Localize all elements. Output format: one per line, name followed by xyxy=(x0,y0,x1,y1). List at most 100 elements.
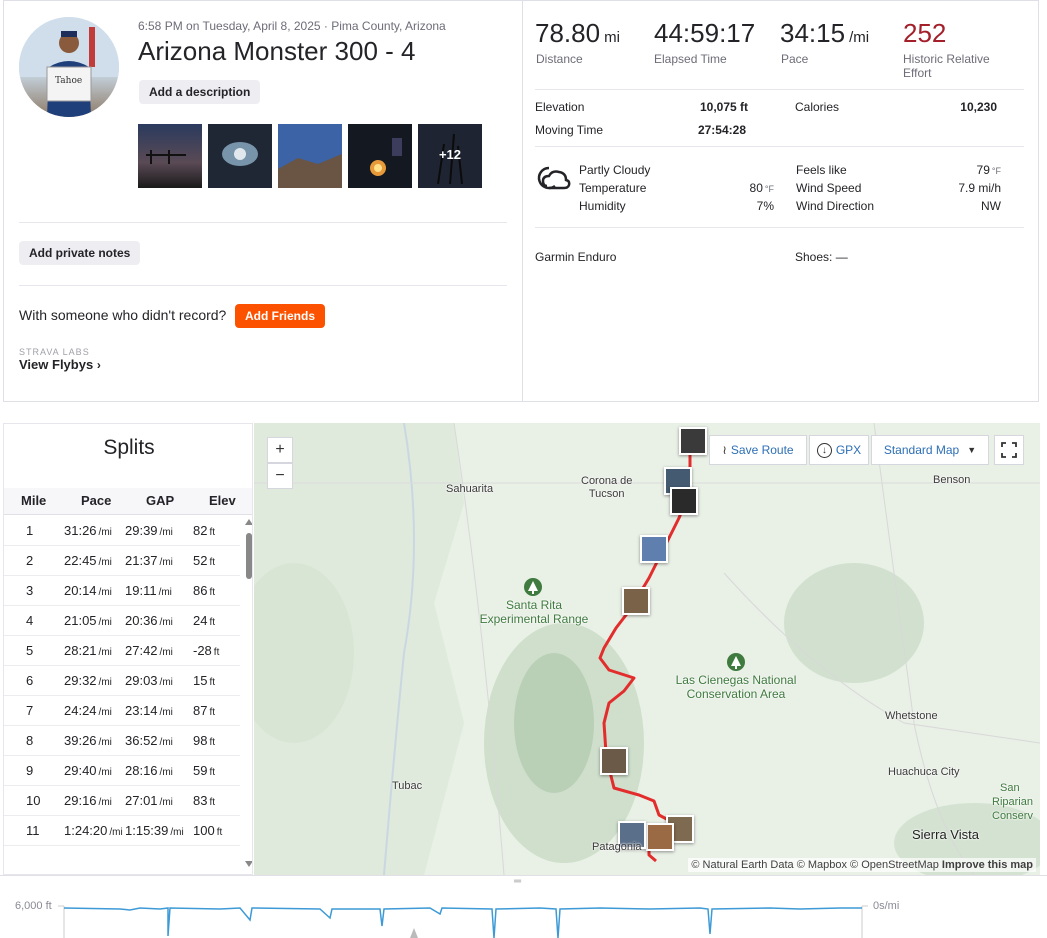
split-pace: 31:26/mi xyxy=(64,523,112,538)
split-mile: 1 xyxy=(26,523,34,538)
split-elev: 82 ft xyxy=(193,523,216,538)
view-flybys-link[interactable]: View Flybys › xyxy=(19,357,101,372)
moving-time-value: 27:54:28 xyxy=(697,123,746,137)
table-row: 9 29:40/mi 28:16/mi 59 ft xyxy=(4,755,240,786)
map-label-patagonia: Patagonia xyxy=(592,841,642,853)
split-pace: 1:24:20/mi xyxy=(64,823,123,838)
col-gap-header: GAP xyxy=(146,493,175,508)
distance-value: 78.80 mi xyxy=(535,18,620,48)
split-mile: 10 xyxy=(26,793,41,808)
split-mile: 8 xyxy=(26,733,34,748)
split-elev: 83 ft xyxy=(193,793,216,808)
avatar-sign-text: Tahoe xyxy=(55,76,82,86)
divider xyxy=(535,146,1024,147)
wind-speed-label: Wind Speed xyxy=(796,181,862,195)
elevation-profile xyxy=(58,905,868,938)
split-pace: 29:16/mi xyxy=(64,793,112,808)
more-photos-count: +12 xyxy=(438,147,462,162)
split-mile: 5 xyxy=(26,643,34,658)
split-gap: 27:42/mi xyxy=(125,643,173,658)
splits-scrollbar[interactable] xyxy=(245,519,252,869)
zoom-in-button[interactable]: + xyxy=(267,437,293,463)
download-icon: ↓ xyxy=(816,442,832,458)
more-photos-tile[interactable]: +12 xyxy=(418,124,482,188)
map-photo-marker[interactable] xyxy=(679,427,707,455)
map-style-label: Standard Map xyxy=(883,443,960,457)
map-label-san-pedro: San Riparian Conserv xyxy=(992,782,1033,822)
add-friends-button[interactable]: Add Friends xyxy=(235,304,326,328)
split-gap: 27:01/mi xyxy=(125,793,173,808)
caret-down-icon: ▼ xyxy=(967,445,977,455)
map-photo-marker[interactable] xyxy=(622,587,650,615)
split-pace: 22:45/mi xyxy=(64,553,112,568)
split-elev: -28 ft xyxy=(193,643,220,658)
add-private-notes-button[interactable]: Add private notes xyxy=(19,241,141,265)
split-elev: 86 ft xyxy=(193,583,216,598)
table-row: 5 28:21/mi 27:42/mi -28 ft xyxy=(4,635,240,666)
save-route-label: Save Route xyxy=(730,443,794,457)
athlete-avatar[interactable]: Tahoe xyxy=(19,17,119,117)
pace-value: 34:15/mi xyxy=(780,18,870,48)
calories-label: Calories xyxy=(795,100,840,114)
map-label-corona: Corona de Tucson xyxy=(581,475,633,500)
table-row: 7 24:24/mi 23:14/mi 87 ft xyxy=(4,695,240,726)
map-label-tubac: Tubac xyxy=(392,780,423,792)
wind-direction-label: Wind Direction xyxy=(796,199,875,213)
map-photo-marker[interactable] xyxy=(646,823,674,851)
split-gap: 20:36/mi xyxy=(125,613,173,628)
split-mile: 3 xyxy=(26,583,34,598)
partly-cloudy-icon xyxy=(535,162,571,197)
gpx-download-button[interactable]: ↓ GPX xyxy=(809,435,869,465)
split-pace: 39:26/mi xyxy=(64,733,112,748)
fullscreen-button[interactable] xyxy=(994,435,1024,465)
activity-photo[interactable] xyxy=(138,124,202,188)
split-elev: 100 ft xyxy=(193,823,223,838)
temperature-value: 80 °F xyxy=(749,181,774,195)
activity-photo[interactable] xyxy=(208,124,272,188)
route-map[interactable]: Sahuarita Corona de Tucson Benson Santa R… xyxy=(254,423,1040,875)
split-elev: 87 ft xyxy=(193,703,216,718)
elevation-value: 10,075 ft xyxy=(699,100,748,114)
add-description-button[interactable]: Add a description xyxy=(139,80,261,104)
moving-time-label: Moving Time xyxy=(535,123,604,137)
col-mile-header: Mile xyxy=(21,493,47,508)
map-label-sierra-vista: Sierra Vista xyxy=(912,827,979,842)
split-mile: 7 xyxy=(26,703,34,718)
map-photo-marker[interactable] xyxy=(600,747,628,775)
map-label-benson: Benson xyxy=(933,474,971,486)
splits-panel: Splits Mile Pace GAP Elev 1 31:26/mi 29:39… xyxy=(3,423,253,875)
table-row: 8 39:26/mi 36:52/mi 98 ft xyxy=(4,725,240,756)
activity-datetime-location: 6:58 PM on Tuesday, April 8, 2025 · Pima… xyxy=(138,19,446,33)
activity-photo[interactable] xyxy=(348,124,412,188)
split-pace: 28:21/mi xyxy=(64,643,112,658)
view-flybys-label: View Flybys xyxy=(19,357,94,372)
activity-title: Arizona Monster 300 - 4 xyxy=(138,36,416,66)
activity-photo[interactable] xyxy=(278,124,342,188)
wind-direction-value: NW xyxy=(981,199,1001,213)
improve-map-link[interactable]: Improve this map xyxy=(942,859,1033,871)
split-mile: 2 xyxy=(26,553,34,568)
route-icon: ≀ xyxy=(722,443,727,457)
elapsed-time-value: 44:59:17 xyxy=(654,18,756,48)
avatar-photo: Tahoe xyxy=(19,17,119,117)
table-row: 1 31:26/mi 29:39/mi 82 ft xyxy=(4,515,240,546)
calories-value: 10,230 xyxy=(960,100,997,114)
split-elev: 52 ft xyxy=(193,553,216,568)
split-elev: 15 ft xyxy=(193,673,216,688)
split-gap: 36:52/mi xyxy=(125,733,173,748)
map-photo-marker[interactable] xyxy=(670,487,698,515)
map-photo-marker[interactable] xyxy=(640,535,668,563)
split-gap: 28:16/mi xyxy=(125,763,173,778)
save-route-button[interactable]: ≀ Save Route xyxy=(709,435,807,465)
split-elev: 98 ft xyxy=(193,733,216,748)
map-style-dropdown[interactable]: Standard Map ▼ xyxy=(871,435,989,465)
friends-question: With someone who didn't record? xyxy=(19,307,227,323)
split-gap: 23:14/mi xyxy=(125,703,173,718)
elevation-chart[interactable]: ═ 6,000 ft 0s/mi xyxy=(0,875,1047,938)
humidity-value: 7% xyxy=(756,199,774,213)
table-row: 4 21:05/mi 20:36/mi 24 ft xyxy=(4,605,240,636)
gpx-label: GPX xyxy=(835,443,862,457)
zoom-out-button[interactable]: − xyxy=(267,463,293,489)
relative-effort-label: Historic Relative Effort xyxy=(903,52,990,80)
col-elev-header: Elev xyxy=(209,493,236,508)
